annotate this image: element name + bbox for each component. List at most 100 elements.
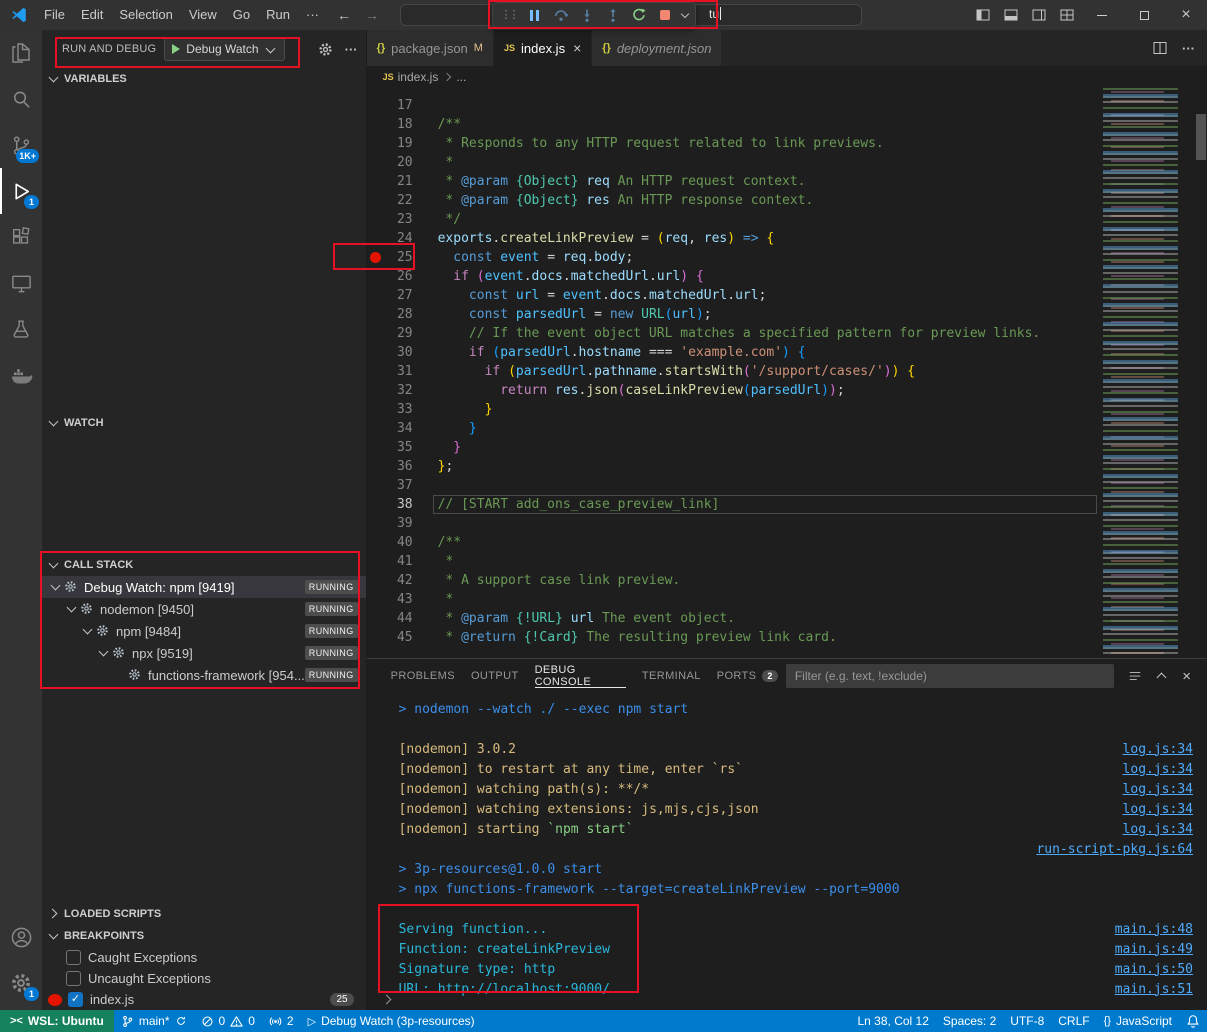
breakpoint-margin[interactable] — [367, 457, 383, 476]
menu-go[interactable]: Go — [225, 0, 258, 30]
code-text[interactable]: * — [413, 590, 454, 609]
breakpoint-margin[interactable] — [367, 571, 383, 590]
sidebar-item-extensions[interactable] — [0, 214, 42, 260]
minimize-button[interactable] — [1081, 0, 1123, 30]
breakpoint-margin[interactable] — [367, 286, 383, 305]
tab-deployment-json[interactable]: {}deployment.json — [592, 30, 722, 66]
breakpoint-margin[interactable] — [367, 552, 383, 571]
editor-scrollbar[interactable] — [1195, 88, 1207, 658]
breadcrumb-symbol[interactable]: ... — [456, 70, 466, 84]
console-source-link[interactable]: log.js:34 — [1123, 742, 1193, 757]
code-text[interactable]: const parsedUrl = new URL(url); — [413, 305, 712, 324]
menu-selection[interactable]: Selection — [111, 0, 180, 30]
code-text[interactable]: if (parsedUrl.pathname.startsWith('/supp… — [413, 362, 916, 381]
console-source-link[interactable]: main.js:50 — [1115, 962, 1193, 977]
problems-item[interactable]: 0 0 — [194, 1010, 262, 1032]
panel-tab-ports[interactable]: PORTS2 — [709, 659, 786, 693]
breakpoint-margin[interactable] — [367, 324, 383, 343]
scrollbar-thumb[interactable] — [1196, 114, 1206, 160]
breakpoint-margin[interactable] — [367, 590, 383, 609]
breakpoint-margin[interactable] — [367, 495, 383, 514]
console-source-link[interactable]: log.js:34 — [1123, 802, 1193, 817]
section-breakpoints[interactable]: BREAKPOINTS — [42, 925, 366, 947]
chevron-down-icon[interactable] — [64, 601, 80, 617]
step-out-button[interactable] — [600, 4, 625, 26]
menu-more[interactable]: ··· — [298, 0, 327, 30]
breakpoint-margin[interactable] — [367, 438, 383, 457]
breakpoint-margin[interactable] — [367, 400, 383, 419]
sidebar-item-run-and-debug[interactable]: 1 — [0, 168, 42, 214]
split-editor-icon[interactable] — [1152, 40, 1168, 56]
chevron-down-icon[interactable] — [48, 579, 64, 595]
toggle-sidebar-button[interactable] — [969, 0, 997, 30]
code-text[interactable]: const url = event.docs.matchedUrl.url; — [413, 286, 767, 305]
settings-button[interactable]: 1 — [0, 960, 42, 1006]
code-text[interactable]: }; — [413, 457, 454, 476]
console-source-link[interactable]: log.js:34 — [1123, 782, 1193, 797]
breakpoint-margin[interactable] — [367, 343, 383, 362]
menu-run[interactable]: Run — [258, 0, 298, 30]
toolbar-drag-handle[interactable]: ⋮⋮ — [496, 4, 521, 26]
sidebar-item-remote-explorer[interactable] — [0, 260, 42, 306]
stop-button[interactable] — [652, 4, 677, 26]
panel-tab-problems[interactable]: PROBLEMS — [383, 659, 463, 693]
menu-view[interactable]: View — [181, 0, 225, 30]
code-editor[interactable]: 1718/**19 * Responds to any HTTP request… — [367, 88, 1207, 658]
gear-icon[interactable] — [318, 42, 333, 57]
toggle-panel-button[interactable] — [997, 0, 1025, 30]
console-filter-input[interactable] — [786, 664, 1114, 688]
tab-package-json[interactable]: {}package.jsonM — [367, 30, 494, 66]
call-stack-item[interactable]: Debug Watch: npm [9419]RUNNING — [42, 576, 366, 598]
console-source-link[interactable]: log.js:34 — [1123, 762, 1193, 777]
back-icon[interactable]: ← — [337, 7, 351, 23]
call-stack-item[interactable]: nodemon [9450]RUNNING — [42, 598, 366, 620]
maximize-panel-icon[interactable] — [1156, 670, 1168, 682]
code-text[interactable]: /** — [413, 533, 461, 552]
code-text[interactable]: /** — [413, 115, 461, 134]
checkbox[interactable] — [66, 950, 81, 965]
breakpoint-margin[interactable] — [367, 305, 383, 324]
step-over-button[interactable] — [548, 4, 573, 26]
breakpoint-margin[interactable] — [367, 628, 383, 647]
console-source-link[interactable]: run-script-pkg.js:64 — [1036, 842, 1193, 857]
code-text[interactable]: exports.createLinkPreview = (req, res) =… — [413, 229, 775, 248]
code-text[interactable] — [413, 514, 438, 533]
eol-item[interactable]: CRLF — [1051, 1010, 1096, 1032]
call-stack-item[interactable]: npx [9519]RUNNING — [42, 642, 366, 664]
section-variables[interactable]: VARIABLES — [42, 68, 366, 90]
indentation-item[interactable]: Spaces: 2 — [936, 1010, 1003, 1032]
code-text[interactable]: * @param {!URL} url The event object. — [413, 609, 735, 628]
code-text[interactable]: */ — [413, 210, 461, 229]
code-text[interactable] — [413, 96, 438, 115]
breakpoint-margin[interactable] — [367, 191, 383, 210]
sidebar-item-testing[interactable] — [0, 306, 42, 352]
step-into-button[interactable] — [574, 4, 599, 26]
console-source-link[interactable]: main.js:48 — [1115, 922, 1193, 937]
breakpoint-margin[interactable] — [367, 419, 383, 438]
breakpoint-margin[interactable] — [367, 514, 383, 533]
close-icon[interactable]: × — [573, 40, 581, 56]
console-source-link[interactable]: main.js:49 — [1115, 942, 1193, 957]
code-text[interactable]: * Responds to any HTTP request related t… — [413, 134, 884, 153]
chevron-down-icon[interactable] — [96, 645, 112, 661]
breakpoint-dot-icon[interactable] — [370, 252, 381, 263]
checkbox[interactable] — [66, 971, 81, 986]
section-watch[interactable]: WATCH — [42, 412, 366, 434]
breakpoint-margin[interactable] — [367, 96, 383, 115]
forward-icon[interactable]: → — [365, 7, 379, 23]
breakpoint-margin[interactable] — [367, 267, 383, 286]
breadcrumb[interactable]: JS index.js ... — [367, 66, 1207, 88]
breakpoint-margin[interactable] — [367, 609, 383, 628]
toggle-secondary-sidebar-button[interactable] — [1025, 0, 1053, 30]
more-actions-icon[interactable]: ··· — [345, 42, 358, 57]
breakpoint-margin[interactable] — [367, 153, 383, 172]
breakpoint-margin[interactable] — [367, 476, 383, 495]
sidebar-item-source-control[interactable]: 1K+ — [0, 122, 42, 168]
breakpoint-margin[interactable] — [367, 210, 383, 229]
remote-indicator[interactable]: ><WSL: Ubuntu — [0, 1010, 114, 1032]
code-text[interactable]: * — [413, 552, 454, 571]
encoding-item[interactable]: UTF-8 — [1003, 1010, 1051, 1032]
accounts-button[interactable] — [0, 914, 42, 960]
breakpoint-margin[interactable] — [367, 134, 383, 153]
notifications-item[interactable] — [1179, 1010, 1207, 1032]
